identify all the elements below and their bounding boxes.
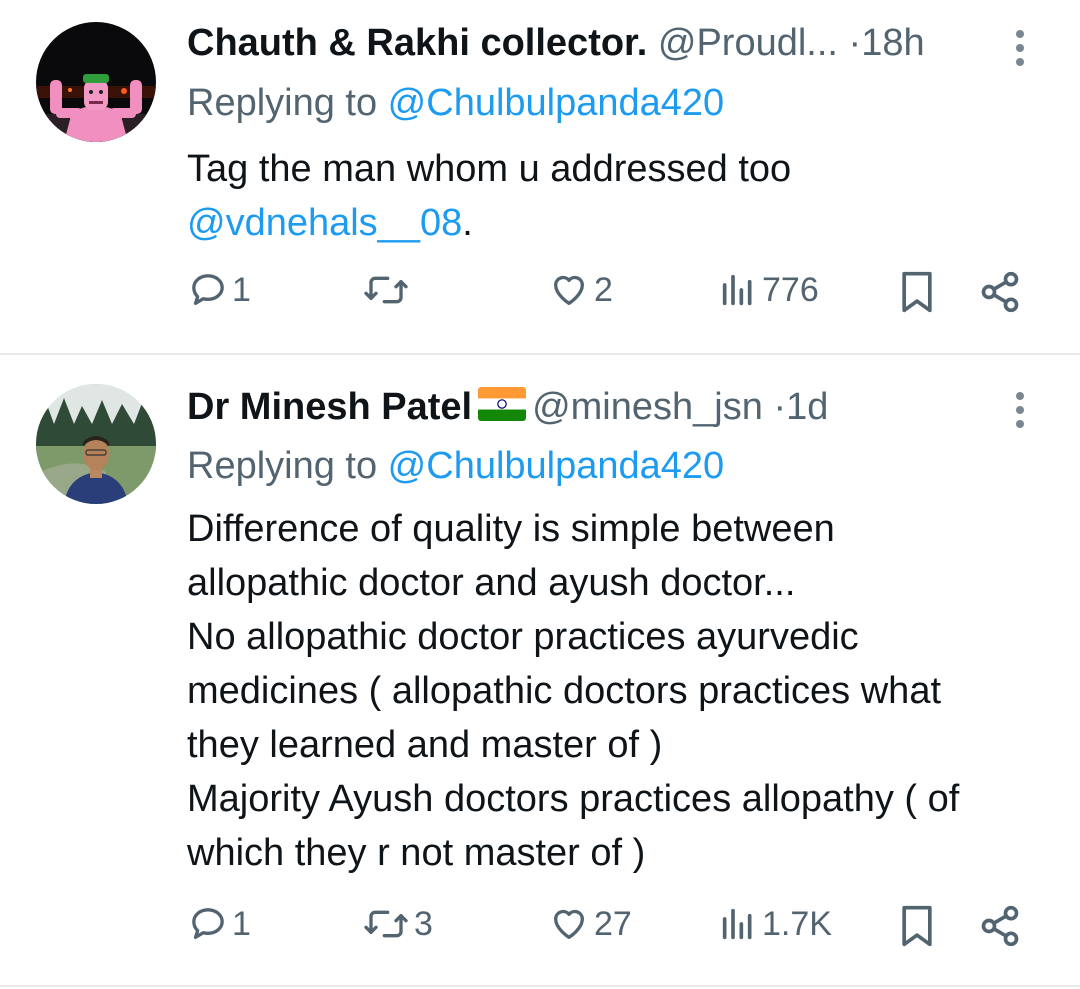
views-icon <box>722 274 752 306</box>
avatar[interactable] <box>36 22 156 142</box>
retweet-icon <box>364 276 408 304</box>
action-bar: 1 3 27 1.7K <box>0 904 1080 964</box>
replying-prefix: Replying to <box>187 82 388 124</box>
author-handle[interactable]: @Proudl... <box>658 22 838 64</box>
replying-to-handle[interactable]: @Chulbulpanda420 <box>388 82 725 124</box>
more-vertical-icon[interactable] <box>1010 392 1030 434</box>
timestamp[interactable]: 1d <box>786 386 828 428</box>
avatar-image <box>36 384 156 504</box>
text-line: which they r not master of ) <box>187 832 646 874</box>
view-count: 776 <box>762 270 819 309</box>
text-line: Difference of quality is simple between <box>187 508 835 550</box>
reply-count: 1 <box>232 270 251 309</box>
view-count: 1.7K <box>762 904 832 943</box>
tweet-header: Dr Minesh Patel @minesh_jsn ·1d <box>187 384 828 432</box>
tweet[interactable]: Dr Minesh Patel @minesh_jsn ·1d Replying … <box>0 356 1080 989</box>
reply-icon <box>192 908 224 939</box>
reply-button[interactable]: 1 <box>188 904 251 944</box>
text-line: medicines ( allopathic doctors practices… <box>187 670 942 712</box>
divider <box>0 985 1080 987</box>
action-bar: 1 2 776 <box>0 270 1080 330</box>
share-icon <box>981 271 1019 313</box>
reply-button[interactable]: 1 <box>188 270 251 310</box>
tweet-text: Difference of quality is simple between … <box>187 502 1057 880</box>
text-line: Tag the man whom u addressed too <box>187 148 792 190</box>
views-button[interactable]: 776 <box>718 270 819 310</box>
text-line: Majority Ayush doctors practices allopat… <box>187 778 960 820</box>
views-icon <box>722 908 752 940</box>
replying-to-handle[interactable]: @Chulbulpanda420 <box>388 445 725 487</box>
bookmark-icon <box>902 271 932 313</box>
tweet-header: Chauth & Rakhi collector. @Proudl... ·18… <box>187 20 925 66</box>
bookmark-icon <box>902 905 932 947</box>
replying-prefix: Replying to <box>187 445 388 487</box>
retweet-icon <box>364 910 408 938</box>
retweet-button[interactable] <box>362 270 414 310</box>
avatar[interactable] <box>36 384 156 504</box>
heart-icon <box>554 275 584 305</box>
replying-to: Replying to @Chulbulpanda420 <box>187 80 724 126</box>
share-button[interactable] <box>978 904 1022 948</box>
divider <box>0 353 1080 355</box>
replying-to: Replying to @Chulbulpanda420 <box>187 443 724 489</box>
retweet-button[interactable]: 3 <box>362 904 433 944</box>
author-name[interactable]: Dr Minesh Patel <box>187 386 472 428</box>
bookmark-button[interactable] <box>898 270 936 314</box>
views-button[interactable]: 1.7K <box>718 904 832 944</box>
text-line: they learned and master of ) <box>187 724 663 766</box>
timestamp[interactable]: 18h <box>861 22 924 64</box>
like-count: 27 <box>594 904 632 943</box>
heart-icon <box>554 909 584 939</box>
reply-count: 1 <box>232 904 251 943</box>
author-handle[interactable]: @minesh_jsn <box>532 386 763 428</box>
share-icon <box>981 905 1019 947</box>
india-flag-emoji <box>478 386 527 432</box>
tweet[interactable]: Chauth & Rakhi collector. @Proudl... ·18… <box>0 0 1080 354</box>
mention-link[interactable]: @vdnehals__08 <box>187 202 462 244</box>
separator: · <box>773 386 787 428</box>
like-button[interactable]: 27 <box>548 904 632 944</box>
like-count: 2 <box>594 270 613 309</box>
avatar-image <box>36 22 156 142</box>
tweet-text: Tag the man whom u addressed too @vdneha… <box>187 142 1057 250</box>
bookmark-button[interactable] <box>898 904 936 948</box>
author-name[interactable]: Chauth & Rakhi collector. <box>187 22 647 64</box>
retweet-count: 3 <box>414 904 433 943</box>
more-vertical-icon[interactable] <box>1010 30 1030 72</box>
text-line: allopathic doctor and ayush doctor... <box>187 562 796 604</box>
reply-icon <box>192 274 224 305</box>
separator: · <box>848 22 862 64</box>
mention-suffix: . <box>462 202 473 244</box>
like-button[interactable]: 2 <box>548 270 613 310</box>
share-button[interactable] <box>978 270 1022 314</box>
text-line: No allopathic doctor practices ayurvedic <box>187 616 859 658</box>
